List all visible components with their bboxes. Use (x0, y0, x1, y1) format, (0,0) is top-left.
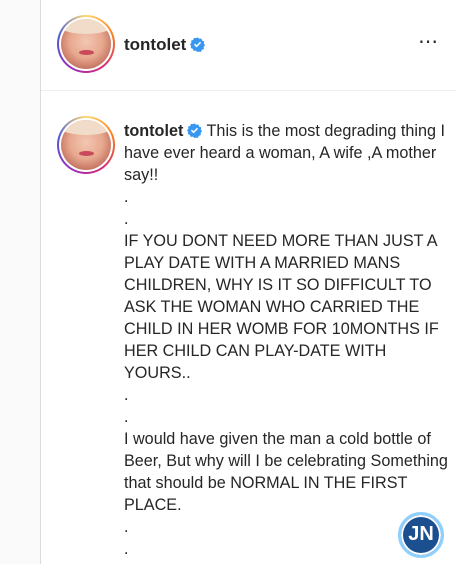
caption-username-text[interactable]: tontolet (124, 122, 183, 140)
post-header: tontolet ⋯ (41, 0, 456, 91)
username-text[interactable]: tontolet (124, 35, 186, 54)
profile-avatar[interactable] (57, 15, 115, 73)
caption-text: This is the most degrading thing I have … (124, 122, 448, 558)
header-username-link[interactable]: tontolet (124, 35, 206, 55)
more-options-icon[interactable]: ⋯ (418, 32, 439, 52)
watermark-logo: JN (398, 512, 444, 558)
avatar-image (61, 19, 111, 69)
avatar-image (61, 120, 111, 170)
verified-badge-icon (190, 37, 206, 52)
post-card: tontolet ⋯ tontolet This is the most deg… (40, 0, 456, 564)
post-caption: tontolet This is the most degrading thin… (124, 120, 454, 560)
verified-badge-icon (187, 123, 203, 138)
caption-username-link[interactable]: tontolet (124, 122, 203, 140)
watermark-logo-text: JN (408, 523, 434, 545)
caption-avatar[interactable] (57, 116, 115, 174)
